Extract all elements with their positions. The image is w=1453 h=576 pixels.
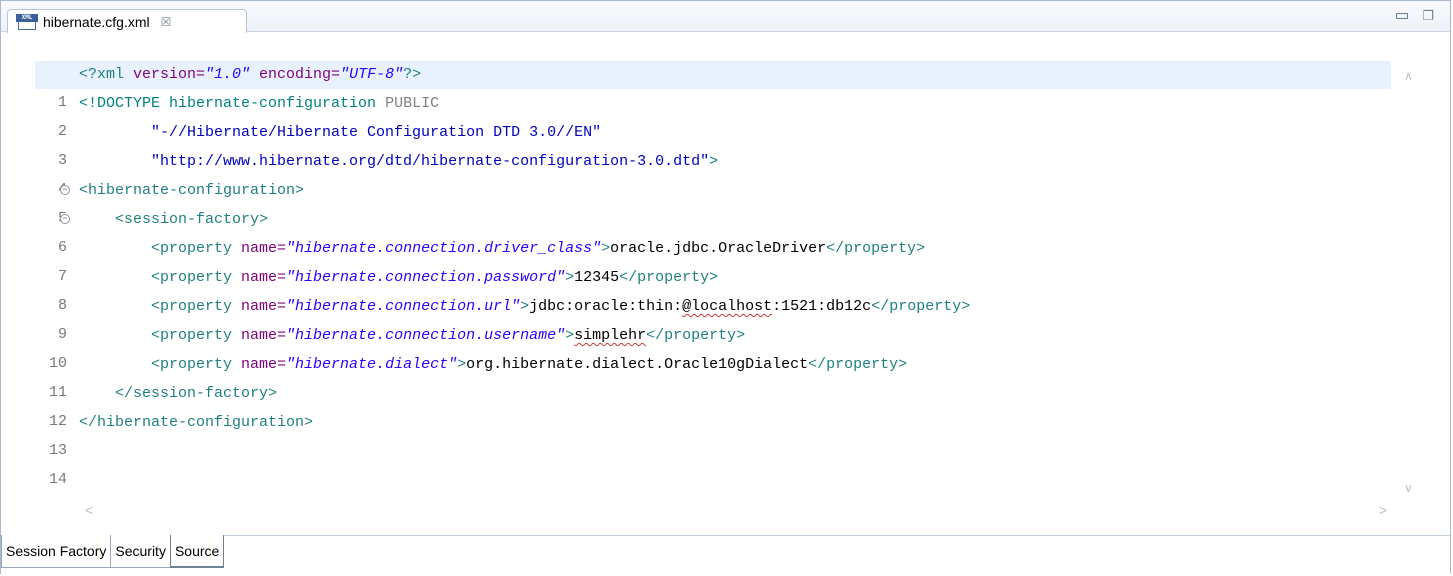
scroll-right-icon[interactable]: > bbox=[1379, 502, 1387, 518]
fold-collapse-icon[interactable]: − bbox=[60, 214, 70, 224]
dtd-public-id: "-//Hibernate/Hibernate Configuration DT… bbox=[151, 124, 602, 141]
close-tab-icon[interactable]: ☒ bbox=[161, 15, 172, 29]
editor-tab-bar: XML hibernate.cfg.xml ☒ ❐ bbox=[1, 1, 1450, 33]
code-line[interactable]: 10 <property name="hibernate.connection.… bbox=[35, 322, 1408, 372]
property-close: </property> bbox=[871, 298, 971, 315]
property-tag-close: > bbox=[601, 240, 611, 257]
dtd-system-id: "http://www.hibernate.org/dtd/hibernate-… bbox=[151, 153, 710, 170]
doctype-close: > bbox=[709, 153, 719, 170]
property-name-value: "hibernate.connection.url" bbox=[286, 298, 521, 315]
code-line[interactable]: 7 <property name="hibernate.connection.d… bbox=[35, 235, 1408, 285]
code-line[interactable]: 3 "-//Hibernate/Hibernate Configuration … bbox=[35, 119, 1408, 169]
property-tag-close: > bbox=[520, 298, 530, 315]
property-text: oracle.jdbc.OracleDriver bbox=[610, 240, 827, 257]
code-line[interactable]: 9 <property name="hibernate.connection.u… bbox=[35, 293, 1408, 343]
code-line[interactable]: 2 <!DOCTYPE hibernate-configuration PUBL… bbox=[35, 90, 1408, 140]
name-attr: name= bbox=[241, 356, 287, 373]
xml-decl-open: <?xml bbox=[79, 66, 134, 83]
tab-session-factory[interactable]: Session Factory bbox=[1, 535, 112, 568]
property-open: <property bbox=[151, 327, 242, 344]
code-line[interactable]: 4 "http://www.hibernate.org/dtd/hibernat… bbox=[35, 148, 1408, 198]
name-attr: name= bbox=[241, 298, 287, 315]
name-attr: name= bbox=[241, 327, 287, 344]
code-line[interactable]: 13 </hibernate-configuration> bbox=[35, 409, 1408, 459]
scroll-down-icon[interactable]: ∨ bbox=[1404, 481, 1413, 495]
property-open: <property bbox=[151, 269, 242, 286]
property-name-value: "hibernate.connection.username" bbox=[286, 327, 566, 344]
property-close: </property> bbox=[646, 327, 746, 344]
property-text: org.hibernate.dialect.Oracle10gDialect bbox=[466, 356, 809, 373]
scroll-left-icon[interactable]: < bbox=[85, 502, 93, 518]
code-line[interactable]: 12 </session-factory> bbox=[35, 380, 1408, 430]
property-tag-close: > bbox=[565, 327, 575, 344]
editor-tab-title: hibernate.cfg.xml bbox=[43, 13, 150, 30]
property-text: 12345 bbox=[574, 269, 620, 286]
sf-close-tag: </session-factory> bbox=[115, 385, 278, 402]
page-tab-bar: Session Factory Security Source bbox=[1, 535, 1450, 576]
hc-open-tag: <hibernate-configuration> bbox=[79, 182, 305, 199]
source-editor[interactable]: 1 <?xml version="1.0" encoding="UTF-8"?>… bbox=[35, 61, 1408, 505]
restore-icon[interactable]: ❐ bbox=[1422, 9, 1434, 23]
property-name-value: "hibernate.dialect" bbox=[286, 356, 458, 373]
horizontal-scrollbar[interactable]: < > bbox=[35, 501, 1407, 521]
property-open: <property bbox=[151, 298, 242, 315]
code-line[interactable]: 1 <?xml version="1.0" encoding="UTF-8"?> bbox=[35, 61, 1391, 111]
window-controls: ❐ bbox=[1396, 9, 1434, 23]
doctype-public: PUBLIC bbox=[385, 95, 440, 112]
property-text: :1521:db12c bbox=[772, 298, 872, 315]
xml-editor-window: XML hibernate.cfg.xml ☒ ❐ 1 <?xml versio… bbox=[0, 0, 1451, 576]
code-area[interactable]: 1 <?xml version="1.0" encoding="UTF-8"?>… bbox=[35, 61, 1408, 505]
property-tag-close: > bbox=[457, 356, 467, 373]
property-open: <property bbox=[151, 356, 242, 373]
line-number: 14 bbox=[48, 471, 67, 488]
property-name-value: "hibernate.connection.driver_class" bbox=[286, 240, 602, 257]
property-name-value: "hibernate.connection.password" bbox=[286, 269, 566, 286]
spelling-flagged-text: simplehr bbox=[574, 327, 647, 344]
name-attr: name= bbox=[241, 269, 287, 286]
code-line[interactable]: 11 <property name="hibernate.dialect">or… bbox=[35, 351, 1408, 401]
tab-security[interactable]: Security bbox=[110, 535, 171, 568]
encoding-attr: encoding= bbox=[250, 66, 341, 83]
page-tabs: Session Factory Security Source bbox=[1, 535, 225, 568]
property-tag-close: > bbox=[565, 269, 575, 286]
minimize-icon[interactable] bbox=[1396, 13, 1409, 19]
spelling-flagged-text: @localhost bbox=[682, 298, 773, 315]
hc-close-tag: </hibernate-configuration> bbox=[79, 414, 314, 431]
encoding-value: "UTF-8" bbox=[340, 66, 404, 83]
property-close: </property> bbox=[619, 269, 719, 286]
xml-file-icon: XML bbox=[16, 13, 38, 30]
property-text: jdbc:oracle:thin: bbox=[529, 298, 683, 315]
tab-source[interactable]: Source bbox=[169, 535, 225, 568]
sf-open-tag: <session-factory> bbox=[115, 211, 269, 228]
scroll-up-icon[interactable]: ∧ bbox=[1404, 69, 1413, 83]
editor-tab-hibernate-cfg[interactable]: XML hibernate.cfg.xml ☒ bbox=[7, 9, 247, 33]
code-line[interactable]: 8 <property name="hibernate.connection.p… bbox=[35, 264, 1408, 314]
doctype-open: <!DOCTYPE hibernate-configuration bbox=[79, 95, 386, 112]
code-line[interactable]: 5 − <hibernate-configuration> bbox=[35, 177, 1408, 227]
code-line[interactable]: 14 bbox=[35, 438, 1408, 488]
property-open: <property bbox=[151, 240, 242, 257]
property-close: </property> bbox=[808, 356, 908, 373]
xml-decl-close: ?> bbox=[403, 66, 422, 83]
fold-collapse-icon[interactable]: − bbox=[60, 185, 70, 195]
name-attr: name= bbox=[241, 240, 287, 257]
code-line[interactable]: 6 − <session-factory> bbox=[35, 206, 1408, 256]
version-attr: version= bbox=[133, 66, 206, 83]
property-close: </property> bbox=[826, 240, 926, 257]
version-value: "1.0" bbox=[205, 66, 251, 83]
